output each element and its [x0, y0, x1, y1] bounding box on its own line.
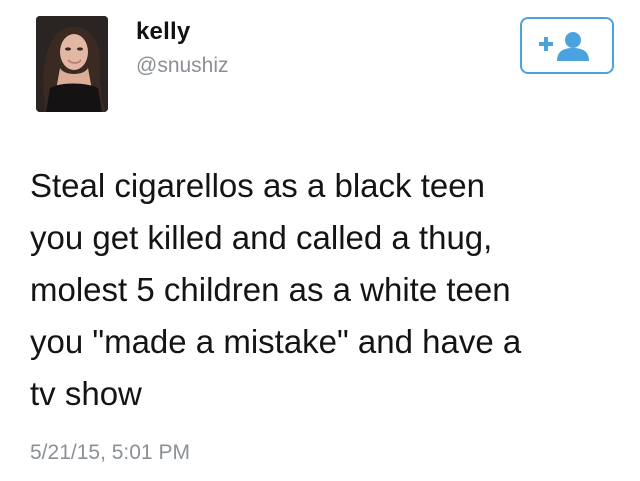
avatar[interactable]: [36, 16, 108, 112]
follow-button[interactable]: [520, 17, 614, 74]
profile-photo-icon: [36, 16, 108, 112]
tweet-text: Steal cigarellos as a black teen you get…: [30, 167, 522, 412]
tweet-timestamp[interactable]: 5/21/15, 5:01 PM: [30, 441, 190, 465]
user-handle[interactable]: @snushiz: [136, 54, 229, 78]
tweet-card: kelly @snushiz Steal cigarellos as a bla…: [0, 0, 640, 481]
display-name[interactable]: kelly: [136, 18, 190, 46]
add-user-icon: [539, 31, 589, 61]
